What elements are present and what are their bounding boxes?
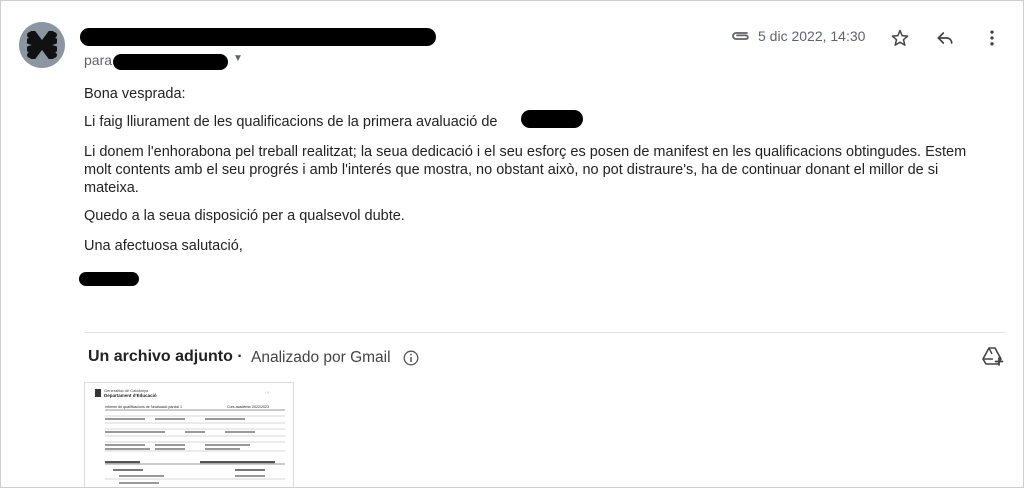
email-greeting: Bona vesprada: xyxy=(84,86,186,102)
sender-avatar[interactable] xyxy=(19,22,65,68)
sender-name-redacted xyxy=(80,28,436,46)
email-closing: Una afectuosa salutació, xyxy=(84,238,243,254)
recipient-details-dropdown[interactable]: ▼ xyxy=(233,53,243,64)
star-icon[interactable] xyxy=(890,28,910,48)
redaction-mark xyxy=(27,31,57,59)
attachments-title: Un archivo adjunto · xyxy=(88,348,243,365)
add-to-drive-icon[interactable] xyxy=(982,346,1004,366)
info-icon[interactable] xyxy=(403,350,419,366)
attachments-divider xyxy=(84,332,1005,333)
paperclip-icon xyxy=(732,32,749,40)
recipient-label: para xyxy=(84,52,113,68)
doc-title: Informe de qualificacions de l'avaluació… xyxy=(105,405,182,409)
document-preview: Generalitat de Catalunya Departament d'E… xyxy=(95,388,285,484)
more-vert-icon[interactable] xyxy=(982,28,1002,48)
doc-course: Curs acadèmic 2022/2023 xyxy=(227,405,269,409)
attachment-thumbnail[interactable]: Generalitat de Catalunya Departament d'E… xyxy=(84,382,294,487)
email-body-paragraph: Li donem l'enhorabona pel treball realit… xyxy=(84,144,967,196)
signature-redacted xyxy=(79,272,139,286)
reply-icon[interactable] xyxy=(935,28,955,48)
email-body-line: Li faig lliurament de les qualificacions… xyxy=(84,114,498,130)
email-meta: 5 dic 2022, 14:30 xyxy=(730,28,865,44)
student-name-redacted xyxy=(521,110,583,128)
recipient-redacted xyxy=(113,54,228,70)
svg-text:• ••: • •• xyxy=(265,390,269,394)
scan-status: Analizado por Gmail xyxy=(251,349,391,366)
email-body-line: Quedo a la seua disposició per a qualsev… xyxy=(84,208,405,224)
email-date: 5 dic 2022, 14:30 xyxy=(758,28,866,44)
doc-dept: Departament d'Educació xyxy=(104,393,157,398)
